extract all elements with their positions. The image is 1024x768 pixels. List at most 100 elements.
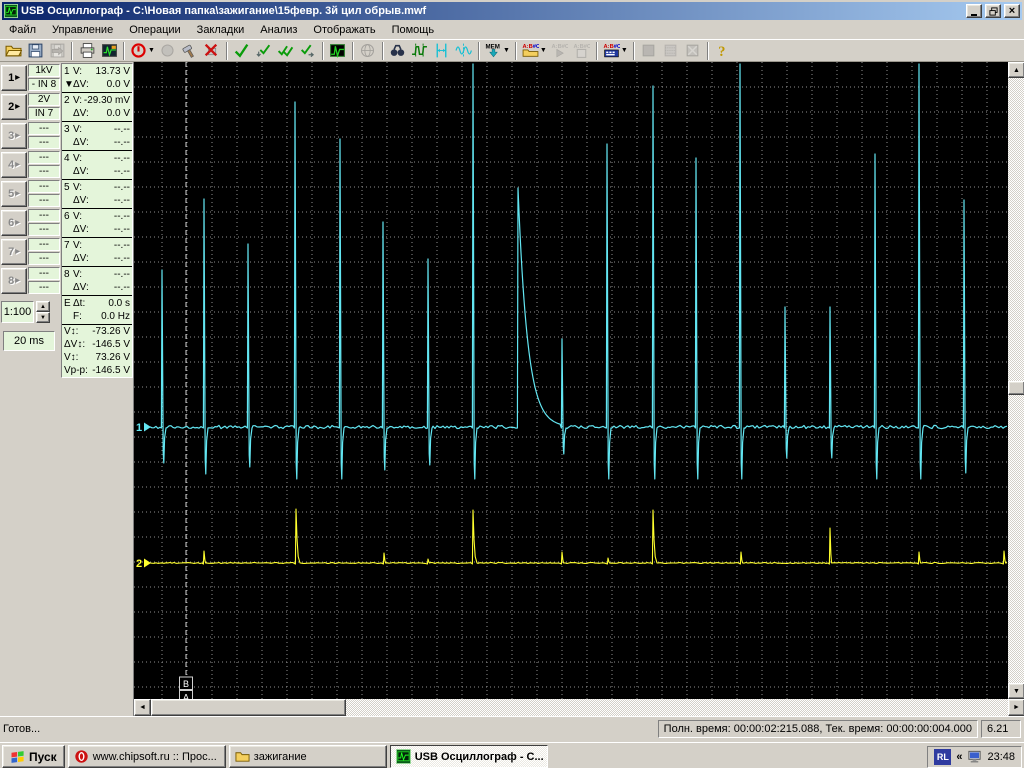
save-file-icon [27,42,44,59]
channel-7-button[interactable]: 7▶ [1,239,27,265]
channel-1-trace [150,64,1007,479]
readout-channel-number: 2 [64,94,73,107]
channel-2-button[interactable]: 2▶ [1,94,27,120]
abc-open-button[interactable]: ▼ [520,40,549,62]
cursors-button[interactable] [431,40,453,62]
channel-input[interactable]: --- [28,281,60,294]
readout-line: 7V:--.-- [64,239,130,252]
menu-item-Файл[interactable]: Файл [1,22,44,38]
channel-input[interactable]: --- [28,136,60,149]
menu-item-Закладки[interactable]: Закладки [189,22,253,38]
measure-label: V↕: [64,351,78,364]
scroll-up-button[interactable]: ▲ [1008,62,1024,78]
channel-input[interactable]: --- [28,165,60,178]
channel-2-marker[interactable]: 2 [136,558,151,570]
probe-ratio-spinner: ▲ ▼ [36,301,50,323]
delete-marks-button[interactable] [201,40,223,62]
minimize-button[interactable] [966,4,982,18]
channel-input[interactable]: --- [28,252,60,265]
channel-input[interactable]: --- [28,194,60,207]
channel-input[interactable]: - IN 8 [28,78,60,91]
tools-button[interactable] [179,40,201,62]
channel-readout: 6V:--.--ΔV:--.-- [62,209,132,238]
menu-item-Помощь[interactable]: Помощь [384,22,443,38]
channel-3-button[interactable]: 3▶ [1,123,27,149]
menu-item-Управление[interactable]: Управление [44,22,121,38]
dv-label: ΔV: [73,194,89,207]
channel-readout: 3V:--.--ΔV:--.-- [62,122,132,151]
channel-input[interactable]: --- [28,223,60,236]
wave-cursor-button[interactable] [453,40,475,62]
probe-ratio-value[interactable]: 1:100 [1,301,34,323]
scroll-left-button[interactable]: ◄ [134,699,151,716]
measure-value: 73.26 V [96,351,130,364]
clock[interactable]: 23:48 [987,751,1015,763]
check-forward-button[interactable] [297,40,319,62]
restore-button[interactable] [985,4,1001,18]
save-file-button[interactable] [24,40,46,62]
channel-gain[interactable]: --- [28,209,60,222]
menu-item-Отображать[interactable]: Отображать [305,22,383,38]
scope-display-area[interactable]: BA12 [134,62,1008,699]
abc-panel-button[interactable]: ▼ [601,40,630,62]
search-button[interactable] [387,40,409,62]
export-image-button[interactable] [98,40,120,62]
scroll-right-button[interactable]: ► [1008,699,1024,716]
menu-item-Операции[interactable]: Операции [121,22,188,38]
export-image-icon [101,42,118,59]
dropdown-arrow-icon[interactable]: ▼ [621,47,628,54]
wave-markers-button[interactable] [409,40,431,62]
task-button-appicon[interactable]: USB Осциллограф - С... [390,745,548,768]
close-button[interactable]: × [1004,4,1020,18]
apply-check-button[interactable] [231,40,253,62]
readout-channel-number: 3 [64,123,73,136]
horizontal-scrollbar[interactable]: ◄ ► [134,699,1024,716]
task-button-folder[interactable]: зажигание [229,745,387,768]
toolbar-separator [382,42,384,60]
vertical-scrollbar[interactable]: ▲ ▼ [1008,62,1024,699]
scroll-down-button[interactable]: ▼ [1008,683,1024,699]
horizontal-scroll-thumb[interactable] [151,699,346,716]
channel-gain[interactable]: --- [28,151,60,164]
start-button[interactable]: Пуск [2,745,65,768]
channel-1-button[interactable]: 1▶ [1,65,27,91]
dropdown-arrow-icon[interactable]: ▼ [503,47,510,54]
channel-gain[interactable]: --- [28,267,60,280]
channel-gain[interactable]: --- [28,122,60,135]
channel-gain[interactable]: 1kV [28,64,60,77]
language-indicator[interactable]: RL [934,749,951,765]
trigger-marker-icon [64,165,73,178]
memory-button[interactable]: ▼ [483,40,512,62]
channel-gain[interactable]: --- [28,238,60,251]
channel-1-marker[interactable]: 1 [136,422,151,434]
channel-gain[interactable]: 2V [28,93,60,106]
toolbar-separator [226,42,228,60]
scope-display-button[interactable] [327,40,349,62]
task-button-opera[interactable]: www.chipsoft.ru :: Прос... [68,745,226,768]
save-fragment-button [46,40,68,62]
ratio-down-button[interactable]: ▼ [36,312,50,323]
channel-input[interactable]: IN 7 [28,107,60,120]
check-all-button[interactable] [275,40,297,62]
vertical-scroll-thumb[interactable] [1008,381,1024,395]
timebase-value[interactable]: 20 ms [3,331,55,351]
open-file-button[interactable] [2,40,24,62]
channel-8-button[interactable]: 8▶ [1,268,27,294]
display-tray-icon[interactable] [967,749,982,764]
v-value: --.-- [114,181,130,194]
print-button[interactable] [76,40,98,62]
help-button[interactable] [712,40,734,62]
cursor-readout: EΔt:0.0 s F:0.0 Hz [62,296,132,325]
menu-item-Анализ[interactable]: Анализ [252,22,305,38]
channel-4-button[interactable]: 4▶ [1,152,27,178]
power-button[interactable]: ▼ [128,40,157,62]
tray-collapse-button[interactable]: « [956,751,962,763]
check-back-button[interactable] [253,40,275,62]
dropdown-arrow-icon[interactable]: ▼ [148,47,155,54]
ratio-up-button[interactable]: ▲ [36,301,50,312]
channel-controls: 1▶1kV- IN 82▶2VIN 73▶------4▶------5▶---… [0,63,60,351]
dropdown-arrow-icon[interactable]: ▼ [540,47,547,54]
channel-6-button[interactable]: 6▶ [1,210,27,236]
channel-5-button[interactable]: 5▶ [1,181,27,207]
channel-gain[interactable]: --- [28,180,60,193]
